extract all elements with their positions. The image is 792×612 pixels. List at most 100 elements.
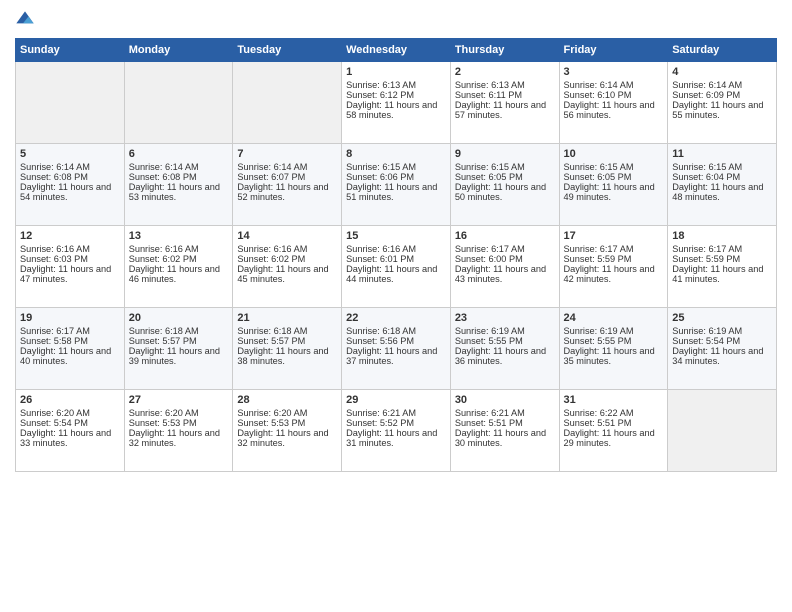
day-number: 18 bbox=[672, 230, 772, 242]
sunrise-text: Sunrise: 6:22 AM bbox=[564, 408, 664, 418]
daylight-text: Daylight: 11 hours and 32 minutes. bbox=[237, 428, 337, 448]
calendar-cell: 25Sunrise: 6:19 AMSunset: 5:54 PMDayligh… bbox=[668, 308, 777, 390]
sunrise-text: Sunrise: 6:18 AM bbox=[237, 326, 337, 336]
calendar-cell: 22Sunrise: 6:18 AMSunset: 5:56 PMDayligh… bbox=[342, 308, 451, 390]
calendar-cell bbox=[233, 62, 342, 144]
calendar-cell: 10Sunrise: 6:15 AMSunset: 6:05 PMDayligh… bbox=[559, 144, 668, 226]
day-number: 1 bbox=[346, 66, 446, 78]
day-number: 16 bbox=[455, 230, 555, 242]
header bbox=[15, 10, 777, 30]
sunrise-text: Sunrise: 6:19 AM bbox=[672, 326, 772, 336]
daylight-text: Daylight: 11 hours and 52 minutes. bbox=[237, 182, 337, 202]
day-number: 15 bbox=[346, 230, 446, 242]
day-number: 31 bbox=[564, 394, 664, 406]
weekday-header-cell: Friday bbox=[559, 39, 668, 62]
daylight-text: Daylight: 11 hours and 31 minutes. bbox=[346, 428, 446, 448]
calendar-cell: 13Sunrise: 6:16 AMSunset: 6:02 PMDayligh… bbox=[124, 226, 233, 308]
day-number: 9 bbox=[455, 148, 555, 160]
calendar-cell: 11 Sunrise: 6:15 AMSunset: 6:04 PMDayligh… bbox=[668, 144, 777, 226]
daylight-text: Daylight: 11 hours and 42 minutes. bbox=[564, 264, 664, 284]
sunrise-text: Sunrise: 6:20 AM bbox=[237, 408, 337, 418]
sunrise-text: Sunrise: 6:16 AM bbox=[20, 244, 120, 254]
sunrise-text: Sunrise: 6:17 AM bbox=[672, 244, 772, 254]
sunrise-text: Sunrise: 6:19 AM bbox=[455, 326, 555, 336]
sunset-text: Sunset: 6:04 PM bbox=[672, 172, 772, 182]
sunrise-text: Sunrise: 6:16 AM bbox=[346, 244, 446, 254]
day-number: 26 bbox=[20, 394, 120, 406]
calendar-week-row: 5Sunrise: 6:14 AMSunset: 6:08 PMDaylight… bbox=[16, 144, 777, 226]
sunset-text: Sunset: 5:59 PM bbox=[672, 254, 772, 264]
calendar-cell: 5Sunrise: 6:14 AMSunset: 6:08 PMDaylight… bbox=[16, 144, 125, 226]
sunset-text: Sunset: 5:51 PM bbox=[455, 418, 555, 428]
calendar-cell: 27Sunrise: 6:20 AMSunset: 5:53 PMDayligh… bbox=[124, 390, 233, 472]
sunrise-text: Sunrise: 6:14 AM bbox=[129, 162, 229, 172]
sunrise-text: Sunrise: 6:16 AM bbox=[129, 244, 229, 254]
daylight-text: Daylight: 11 hours and 57 minutes. bbox=[455, 100, 555, 120]
calendar-cell: 26Sunrise: 6:20 AMSunset: 5:54 PMDayligh… bbox=[16, 390, 125, 472]
daylight-text: Daylight: 11 hours and 47 minutes. bbox=[20, 264, 120, 284]
calendar-cell: 14Sunrise: 6:16 AMSunset: 6:02 PMDayligh… bbox=[233, 226, 342, 308]
daylight-text: Daylight: 11 hours and 44 minutes. bbox=[346, 264, 446, 284]
calendar-week-row: 26 Sunrise: 6:20 AM Sunset: 5:54 PM Dayligh… bbox=[16, 390, 777, 472]
calendar-table: SundayMondayTuesdayWednesdayThursdayFrid… bbox=[15, 38, 777, 472]
sunset-text: Sunset: 6:09 PM bbox=[672, 90, 772, 100]
calendar-cell: 8Sunrise: 6:15 AMSunset: 6:06 PMDaylight… bbox=[342, 144, 451, 226]
calendar-cell: 12Sunrise: 6:16 AMSunset: 6:03 PMDayligh… bbox=[16, 226, 125, 308]
daylight-text: Daylight: 11 hours and 34 minutes. bbox=[672, 346, 772, 366]
calendar-cell: 31Sunrise: 6:22 AMSunset: 5:51 PMDayligh… bbox=[559, 390, 668, 472]
sunset-text: Sunset: 5:57 PM bbox=[237, 336, 337, 346]
daylight-text: Daylight: 11 hours and 48 minutes. bbox=[672, 182, 772, 202]
sunrise-text: Sunrise: 6:20 AM bbox=[129, 408, 229, 418]
daylight-text: Daylight: 11 hours and 39 minutes. bbox=[129, 346, 229, 366]
sunrise-text: Sunrise: 6:17 AM bbox=[564, 244, 664, 254]
calendar-cell: 7Sunrise: 6:14 AMSunset: 6:07 PMDaylight… bbox=[233, 144, 342, 226]
sunset-text: Sunset: 6:12 PM bbox=[346, 90, 446, 100]
calendar-cell: 28Sunrise: 6:20 AMSunset: 5:53 PMDayligh… bbox=[233, 390, 342, 472]
sunset-text: Sunset: 6:08 PM bbox=[129, 172, 229, 182]
daylight-text: Daylight: 11 hours and 49 minutes. bbox=[564, 182, 664, 202]
sunset-text: Sunset: 6:01 PM bbox=[346, 254, 446, 264]
weekday-header-cell: Sunday bbox=[16, 39, 125, 62]
sunset-text: Sunset: 5:53 PM bbox=[237, 418, 337, 428]
sunrise-text: Sunrise: 6:21 AM bbox=[346, 408, 446, 418]
calendar-cell: 23Sunrise: 6:19 AMSunset: 5:55 PMDayligh… bbox=[450, 308, 559, 390]
sunset-text: Sunset: 6:08 PM bbox=[20, 172, 120, 182]
day-number: 13 bbox=[129, 230, 229, 242]
sunset-text: Sunset: 6:11 PM bbox=[455, 90, 555, 100]
daylight-text: Daylight: 11 hours and 43 minutes. bbox=[455, 264, 555, 284]
day-number: 11 bbox=[672, 148, 772, 160]
day-number: 25 bbox=[672, 312, 772, 324]
sunset-text: Sunset: 5:55 PM bbox=[564, 336, 664, 346]
sunset-text: Sunset: 5:54 PM bbox=[20, 418, 120, 428]
day-number: 6 bbox=[129, 148, 229, 160]
daylight-text: Daylight: 11 hours and 55 minutes. bbox=[672, 100, 772, 120]
calendar-cell: 30Sunrise: 6:21 AMSunset: 5:51 PMDayligh… bbox=[450, 390, 559, 472]
calendar-cell: 9Sunrise: 6:15 AMSunset: 6:05 PMDaylight… bbox=[450, 144, 559, 226]
weekday-header-row: SundayMondayTuesdayWednesdayThursdayFrid… bbox=[16, 39, 777, 62]
daylight-text: Daylight: 11 hours and 41 minutes. bbox=[672, 264, 772, 284]
daylight-text: Daylight: 11 hours and 29 minutes. bbox=[564, 428, 664, 448]
logo bbox=[15, 10, 37, 30]
calendar-cell: 3Sunrise: 6:14 AMSunset: 6:10 PMDaylight… bbox=[559, 62, 668, 144]
day-number: 8 bbox=[346, 148, 446, 160]
sunset-text: Sunset: 6:06 PM bbox=[346, 172, 446, 182]
daylight-text: Daylight: 11 hours and 36 minutes. bbox=[455, 346, 555, 366]
sunrise-text: Sunrise: 6:15 AM bbox=[672, 162, 772, 172]
daylight-text: Daylight: 11 hours and 37 minutes. bbox=[346, 346, 446, 366]
day-number: 5 bbox=[20, 148, 120, 160]
calendar-cell bbox=[16, 62, 125, 144]
weekday-header-cell: Thursday bbox=[450, 39, 559, 62]
sunrise-text: Sunrise: 6:14 AM bbox=[564, 80, 664, 90]
calendar-cell: 18 Sunrise: 6:17 AMSunset: 5:59 PMDayligh… bbox=[668, 226, 777, 308]
sunrise-text: Sunrise: 6:13 AM bbox=[455, 80, 555, 90]
daylight-text: Daylight: 11 hours and 54 minutes. bbox=[20, 182, 120, 202]
day-number: 4 bbox=[672, 66, 772, 78]
sunrise-text: Sunrise: 6:15 AM bbox=[346, 162, 446, 172]
daylight-text: Daylight: 11 hours and 46 minutes. bbox=[129, 264, 229, 284]
day-number: 23 bbox=[455, 312, 555, 324]
sunrise-text: Sunrise: 6:14 AM bbox=[672, 80, 772, 90]
sunset-text: Sunset: 6:03 PM bbox=[20, 254, 120, 264]
daylight-text: Daylight: 11 hours and 45 minutes. bbox=[237, 264, 337, 284]
calendar-cell: 21Sunrise: 6:18 AMSunset: 5:57 PMDayligh… bbox=[233, 308, 342, 390]
day-number: 20 bbox=[129, 312, 229, 324]
